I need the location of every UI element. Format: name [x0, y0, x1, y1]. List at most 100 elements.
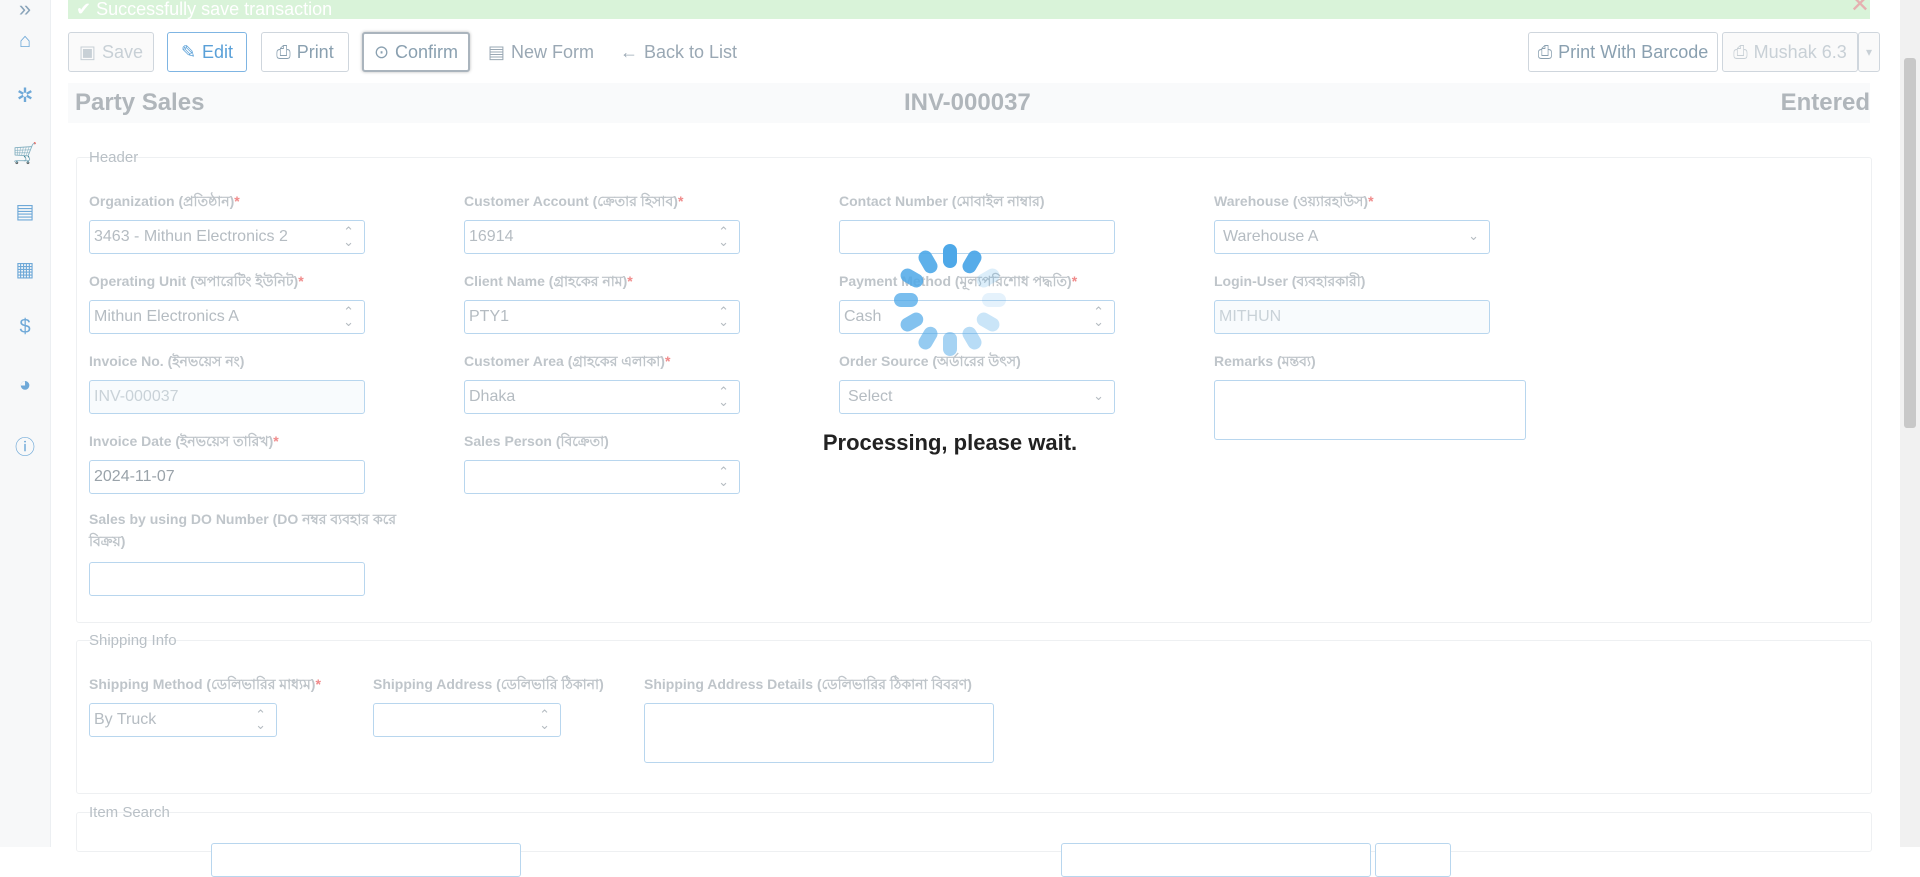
remarks-label: Remarks (মন্তব্য): [1214, 353, 1316, 369]
sidebar: » ⌂ ✲ 🛒 ▤ ▦ $ ◕ ⓘ: [0, 0, 51, 847]
shipping-address-select[interactable]: ⌃ ⌄: [373, 703, 561, 737]
contact-number-input[interactable]: [839, 220, 1115, 254]
shipping-details-label: Shipping Address Details (ডেলিভারির ঠিকা…: [644, 676, 972, 692]
header-panel: Header Organization (প্রতিষ্ঠান)* 3463 -…: [76, 149, 1872, 623]
main-content: ✔ Successfully save transaction ✕ ▣ Save…: [68, 0, 1898, 877]
mushak-label: Mushak 6.3: [1753, 41, 1847, 62]
customer-area-select[interactable]: Dhaka ⌃ ⌄: [464, 380, 740, 414]
chevron-down-icon: ⌃ ⌄: [718, 304, 729, 329]
page-title-bar: Party Sales INV-000037 Entered: [68, 83, 1870, 123]
sidebar-toggle-icon[interactable]: »: [0, 0, 50, 24]
header-panel-title: Header: [89, 149, 139, 166]
customer-account-select[interactable]: 16914 ⌃ ⌄: [464, 220, 740, 254]
file-icon: ▤: [488, 41, 506, 62]
confirm-button[interactable]: ⊙ Confirm: [362, 32, 470, 72]
chevron-down-icon: ⌄: [1093, 388, 1104, 403]
do-number-label: Sales by using DO Number (DO নম্বর ব্যবহ…: [89, 511, 397, 549]
pie-chart-icon[interactable]: ◕: [0, 370, 50, 400]
item-search-panel-title: Item Search: [89, 804, 170, 821]
item-search-panel: Item Search: [76, 804, 1872, 877]
sales-person-label: Sales Person (বিক্রেতা): [464, 433, 609, 449]
order-source-label: Order Source (অর্ডারের উৎস): [839, 353, 1021, 369]
spinner-dot: [894, 293, 918, 307]
shipping-panel-title: Shipping Info: [89, 632, 177, 649]
print-button-label: Print: [296, 41, 334, 62]
shipping-address-label: Shipping Address (ডেলিভারি ঠিকানা): [373, 676, 604, 692]
client-name-label: Client Name (গ্রাহকের নাম)*: [464, 273, 633, 289]
dollar-icon[interactable]: $: [0, 312, 50, 342]
cart-icon[interactable]: 🛒: [0, 138, 50, 168]
shipping-method-label: Shipping Method (ডেলিভারির মাধ্যম)*: [89, 676, 321, 692]
scrollbar-thumb[interactable]: [1904, 58, 1916, 428]
alert-message: ✔ Successfully save transaction: [76, 0, 333, 19]
status-badge: Entered: [1780, 89, 1870, 116]
pencil-icon: ✎: [180, 41, 197, 62]
printer-icon: ⎙: [1537, 41, 1553, 62]
print-with-barcode-label: Print With Barcode: [1558, 41, 1709, 62]
invoice-date-label: Invoice Date (ইনভয়েস তারিখ)*: [89, 433, 279, 449]
warehouse-icon[interactable]: ▤: [0, 196, 50, 226]
item-search-input[interactable]: [211, 843, 521, 877]
page-title: Party Sales: [75, 89, 205, 116]
edit-button[interactable]: ✎ Edit: [167, 32, 247, 72]
chevron-down-icon: ⌄: [1468, 228, 1479, 243]
shipping-method-select[interactable]: By Truck ⌃ ⌄: [89, 703, 277, 737]
login-user-input: MITHUN: [1214, 300, 1490, 334]
invoice-date-input[interactable]: 2024-11-07: [89, 460, 365, 494]
arrow-left-icon: ←: [620, 41, 638, 62]
customer-account-label: Customer Account (ক্রেতার হিসাব)*: [464, 193, 684, 209]
chevron-down-icon: ⌃ ⌄: [1093, 304, 1104, 329]
organization-select[interactable]: 3463 - Mithun Electronics 2 ⌃ ⌄: [89, 220, 365, 254]
shipping-details-textarea[interactable]: [644, 703, 994, 763]
client-name-select[interactable]: PTY1 ⌃ ⌄: [464, 300, 740, 334]
sales-person-select[interactable]: ⌃ ⌄: [464, 460, 740, 494]
order-source-select[interactable]: Select ⌄: [839, 380, 1115, 414]
save-button-label: Save: [101, 41, 144, 62]
back-to-list-label: Back to List: [644, 41, 738, 62]
login-user-label: Login-User (ব্যবহারকারী): [1214, 273, 1366, 289]
warehouse-select[interactable]: Warehouse A ⌄: [1214, 220, 1490, 254]
toolbar: ▣ Save ✎ Edit ⎙ Print ⊙ Confirm ▤ New Fo…: [68, 32, 1880, 74]
shipping-panel: Shipping Info Shipping Method (ডেলিভারির…: [76, 632, 1872, 794]
printer-icon: ⎙: [1733, 41, 1748, 62]
contact-number-label: Contact Number (মোবাইল নাম্বার): [839, 193, 1045, 209]
info-icon[interactable]: ⓘ: [0, 430, 50, 460]
remarks-textarea[interactable]: [1214, 380, 1526, 440]
printer-icon: ⎙: [276, 41, 291, 62]
chevron-down-icon: ⌃ ⌄: [343, 224, 354, 249]
close-icon[interactable]: ✕: [1850, 0, 1870, 17]
invoice-number: INV-000037: [904, 89, 1031, 116]
chevron-down-icon: ⌃ ⌄: [718, 464, 729, 489]
operating-unit-label: Operating Unit (অপারেটিং ইউনিট)*: [89, 273, 304, 289]
save-button[interactable]: ▣ Save: [68, 32, 154, 72]
item-search-button[interactable]: [1375, 843, 1451, 877]
spinner-dot: [943, 244, 957, 268]
spinner-dot: [943, 332, 957, 356]
mushak-button[interactable]: ⎙ Mushak 6.3: [1722, 32, 1858, 72]
operating-unit-select[interactable]: Mithun Electronics A ⌃ ⌄: [89, 300, 365, 334]
success-alert: ✔ Successfully save transaction ✕: [68, 0, 1870, 19]
do-number-input[interactable]: [89, 562, 365, 596]
gear-icon[interactable]: ✲: [0, 80, 50, 110]
chevron-down-icon: ⌃ ⌄: [539, 707, 550, 732]
print-with-barcode-button[interactable]: ⎙ Print With Barcode: [1528, 32, 1718, 72]
print-button[interactable]: ⎙ Print: [261, 32, 349, 72]
chevron-down-icon: ⌃ ⌄: [718, 224, 729, 249]
item-search-secondary-input[interactable]: [1061, 843, 1371, 877]
document-icon[interactable]: ▦: [0, 254, 50, 284]
mushak-dropdown-toggle[interactable]: ▾: [1858, 32, 1880, 72]
caret-down-icon: ▾: [1865, 45, 1873, 59]
new-form-link[interactable]: ▤ New Form: [488, 32, 594, 72]
confirm-button-label: Confirm: [395, 41, 459, 62]
home-icon[interactable]: ⌂: [0, 26, 50, 56]
chevron-down-icon: ⌃ ⌄: [343, 304, 354, 329]
new-form-label: New Form: [511, 41, 595, 62]
spinner-dot: [982, 293, 1006, 307]
save-icon: ▣: [78, 41, 96, 62]
edit-button-label: Edit: [202, 41, 234, 62]
back-to-list-link[interactable]: ← Back to List: [620, 32, 737, 72]
invoice-no-label: Invoice No. (ইনভয়েস নং): [89, 353, 245, 369]
chevron-down-icon: ⌃ ⌄: [718, 384, 729, 409]
payment-method-label: Payment Method (মূল্যপরিশোধ পদ্ধতি)*: [839, 273, 1078, 289]
page-scrollbar[interactable]: [1900, 0, 1920, 847]
